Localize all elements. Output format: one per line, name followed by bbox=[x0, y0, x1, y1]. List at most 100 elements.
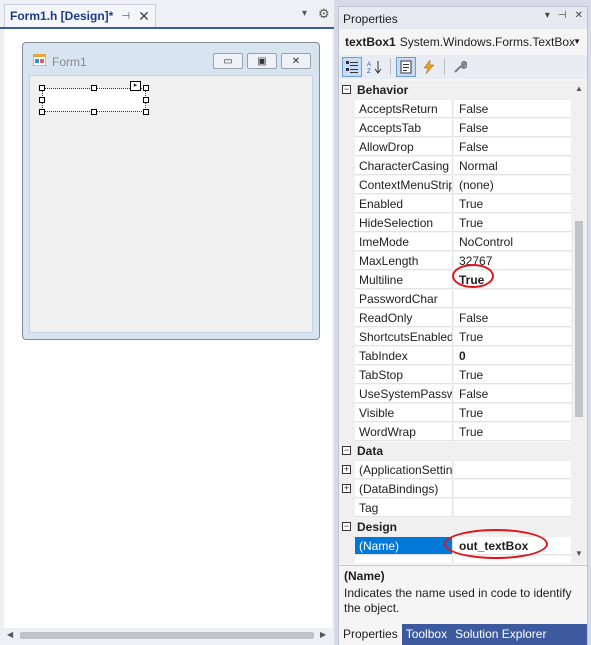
scroll-up-icon[interactable]: ▲ bbox=[575, 84, 583, 93]
property-value[interactable]: True bbox=[454, 214, 571, 232]
resize-handle[interactable] bbox=[91, 85, 97, 91]
property-row-selected[interactable]: (Name) out_textBox bbox=[339, 537, 571, 556]
property-row[interactable]: + (ApplicationSettin bbox=[339, 461, 571, 480]
resize-handle[interactable] bbox=[143, 97, 149, 103]
dropdown-icon[interactable]: ▾ bbox=[545, 10, 550, 21]
pin-icon[interactable]: ⊣ bbox=[558, 10, 567, 21]
property-value[interactable]: Normal bbox=[454, 157, 571, 175]
property-value[interactable]: 0 bbox=[454, 347, 571, 365]
tab-dropdown-icon[interactable]: ▾ bbox=[302, 8, 307, 19]
collapse-icon[interactable]: − bbox=[342, 85, 351, 94]
property-name: WordWrap bbox=[355, 423, 453, 441]
property-value-input[interactable]: out_textBox bbox=[454, 537, 571, 555]
alphabetical-button[interactable]: A Z bbox=[365, 57, 385, 77]
scrollbar-thumb[interactable] bbox=[20, 632, 314, 639]
property-value[interactable]: True bbox=[454, 366, 571, 384]
property-row[interactable]: AllowDrop False bbox=[339, 138, 571, 157]
property-row[interactable]: ImeMode NoControl bbox=[339, 233, 571, 252]
property-row[interactable]: Multiline True bbox=[339, 271, 571, 290]
close-button[interactable]: ✕ bbox=[281, 53, 311, 69]
tab-properties[interactable]: Properties bbox=[339, 624, 402, 645]
property-row[interactable]: AcceptsReturn False bbox=[339, 100, 571, 119]
resize-handle[interactable] bbox=[143, 109, 149, 115]
property-row[interactable]: CharacterCasing Normal bbox=[339, 157, 571, 176]
property-row[interactable]: ShortcutsEnabled True bbox=[339, 328, 571, 347]
property-row[interactable]: ContextMenuStrip (none) bbox=[339, 176, 571, 195]
expand-icon[interactable]: + bbox=[342, 484, 351, 493]
textbox-control[interactable]: ▸ bbox=[39, 81, 149, 115]
property-row[interactable]: Visible True bbox=[339, 404, 571, 423]
property-row[interactable]: Tag bbox=[339, 499, 571, 518]
property-row[interactable]: Enabled True bbox=[339, 195, 571, 214]
scroll-down-icon[interactable]: ▼ bbox=[575, 549, 583, 558]
property-name: UseSystemPasswo bbox=[355, 385, 453, 403]
property-row[interactable]: UseSystemPasswo False bbox=[339, 385, 571, 404]
object-dropdown-icon[interactable]: ▼ bbox=[573, 37, 581, 46]
property-value[interactable] bbox=[454, 499, 571, 517]
form-icon bbox=[33, 54, 46, 66]
vertical-scrollbar[interactable]: ▲ ▼ bbox=[571, 81, 587, 563]
smart-tag-icon[interactable]: ▸ bbox=[130, 81, 141, 91]
resize-handle[interactable] bbox=[143, 85, 149, 91]
scroll-right-icon[interactable]: ▶ bbox=[320, 630, 326, 639]
property-value[interactable]: (none) bbox=[454, 176, 571, 194]
collapse-icon[interactable]: − bbox=[342, 522, 351, 531]
property-row[interactable] bbox=[339, 556, 571, 563]
pin-icon[interactable]: ⊣ bbox=[121, 11, 130, 22]
properties-toolbar: A Z bbox=[339, 55, 587, 79]
form-client-area[interactable] bbox=[29, 75, 313, 333]
property-value[interactable] bbox=[454, 480, 571, 498]
property-name: Enabled bbox=[355, 195, 453, 213]
property-value[interactable]: 32767 bbox=[454, 252, 571, 270]
property-pages-button[interactable] bbox=[450, 57, 470, 77]
events-button[interactable] bbox=[419, 57, 439, 77]
property-row[interactable]: TabIndex 0 bbox=[339, 347, 571, 366]
scrollbar-thumb[interactable] bbox=[575, 221, 583, 417]
property-value[interactable]: False bbox=[454, 100, 571, 118]
close-icon[interactable]: ✕ bbox=[575, 10, 583, 21]
tab-toolbox[interactable]: Toolbox bbox=[402, 624, 451, 645]
category-data[interactable]: − Data bbox=[339, 442, 571, 461]
resize-handle[interactable] bbox=[39, 85, 45, 91]
form-window[interactable]: Form1 ▭ ▣ ✕ bbox=[22, 42, 320, 340]
scroll-left-icon[interactable]: ◀ bbox=[7, 630, 13, 639]
property-row[interactable]: MaxLength 32767 bbox=[339, 252, 571, 271]
expand-icon[interactable]: + bbox=[342, 465, 351, 474]
property-value[interactable]: False bbox=[454, 119, 571, 137]
property-value[interactable]: True bbox=[454, 404, 571, 422]
property-value[interactable]: False bbox=[454, 138, 571, 156]
property-row[interactable]: HideSelection True bbox=[339, 214, 571, 233]
property-row[interactable]: WordWrap True bbox=[339, 423, 571, 442]
property-row[interactable]: AcceptsTab False bbox=[339, 119, 571, 138]
close-tab-icon[interactable]: ✕ bbox=[138, 9, 150, 23]
minimize-button[interactable]: ▭ bbox=[213, 53, 243, 69]
property-row[interactable]: ReadOnly False bbox=[339, 309, 571, 328]
category-behavior[interactable]: − Behavior bbox=[339, 81, 571, 100]
collapse-icon[interactable]: − bbox=[342, 446, 351, 455]
object-selector[interactable]: textBox1 System.Windows.Forms.TextBox ▼ bbox=[339, 31, 587, 53]
property-value[interactable]: True bbox=[454, 423, 571, 441]
tab-solution-explorer[interactable]: Solution Explorer bbox=[451, 624, 550, 645]
property-value[interactable] bbox=[454, 461, 571, 479]
maximize-button[interactable]: ▣ bbox=[247, 53, 277, 69]
categorized-button[interactable] bbox=[342, 57, 362, 77]
property-row[interactable]: PasswordChar bbox=[339, 290, 571, 309]
property-value[interactable]: True bbox=[454, 271, 571, 289]
property-value[interactable] bbox=[454, 290, 571, 308]
property-value[interactable]: True bbox=[454, 195, 571, 213]
property-value[interactable]: NoControl bbox=[454, 233, 571, 251]
horizontal-scrollbar[interactable]: ◀ ▶ bbox=[4, 628, 332, 642]
property-value[interactable]: False bbox=[454, 309, 571, 327]
property-value[interactable]: True bbox=[454, 328, 571, 346]
resize-handle[interactable] bbox=[39, 97, 45, 103]
document-tab-bar: Form1.h [Design]* ⊣ ✕ ▾ ⚙ bbox=[0, 0, 334, 29]
resize-handle[interactable] bbox=[39, 109, 45, 115]
category-design[interactable]: − Design bbox=[339, 518, 571, 537]
property-row[interactable]: + (DataBindings) bbox=[339, 480, 571, 499]
property-row[interactable]: TabStop True bbox=[339, 366, 571, 385]
gear-icon[interactable]: ⚙ bbox=[318, 6, 330, 22]
resize-handle[interactable] bbox=[91, 109, 97, 115]
document-tab[interactable]: Form1.h [Design]* ⊣ ✕ bbox=[4, 4, 156, 27]
property-value[interactable]: False bbox=[454, 385, 571, 403]
properties-button[interactable] bbox=[396, 57, 416, 77]
